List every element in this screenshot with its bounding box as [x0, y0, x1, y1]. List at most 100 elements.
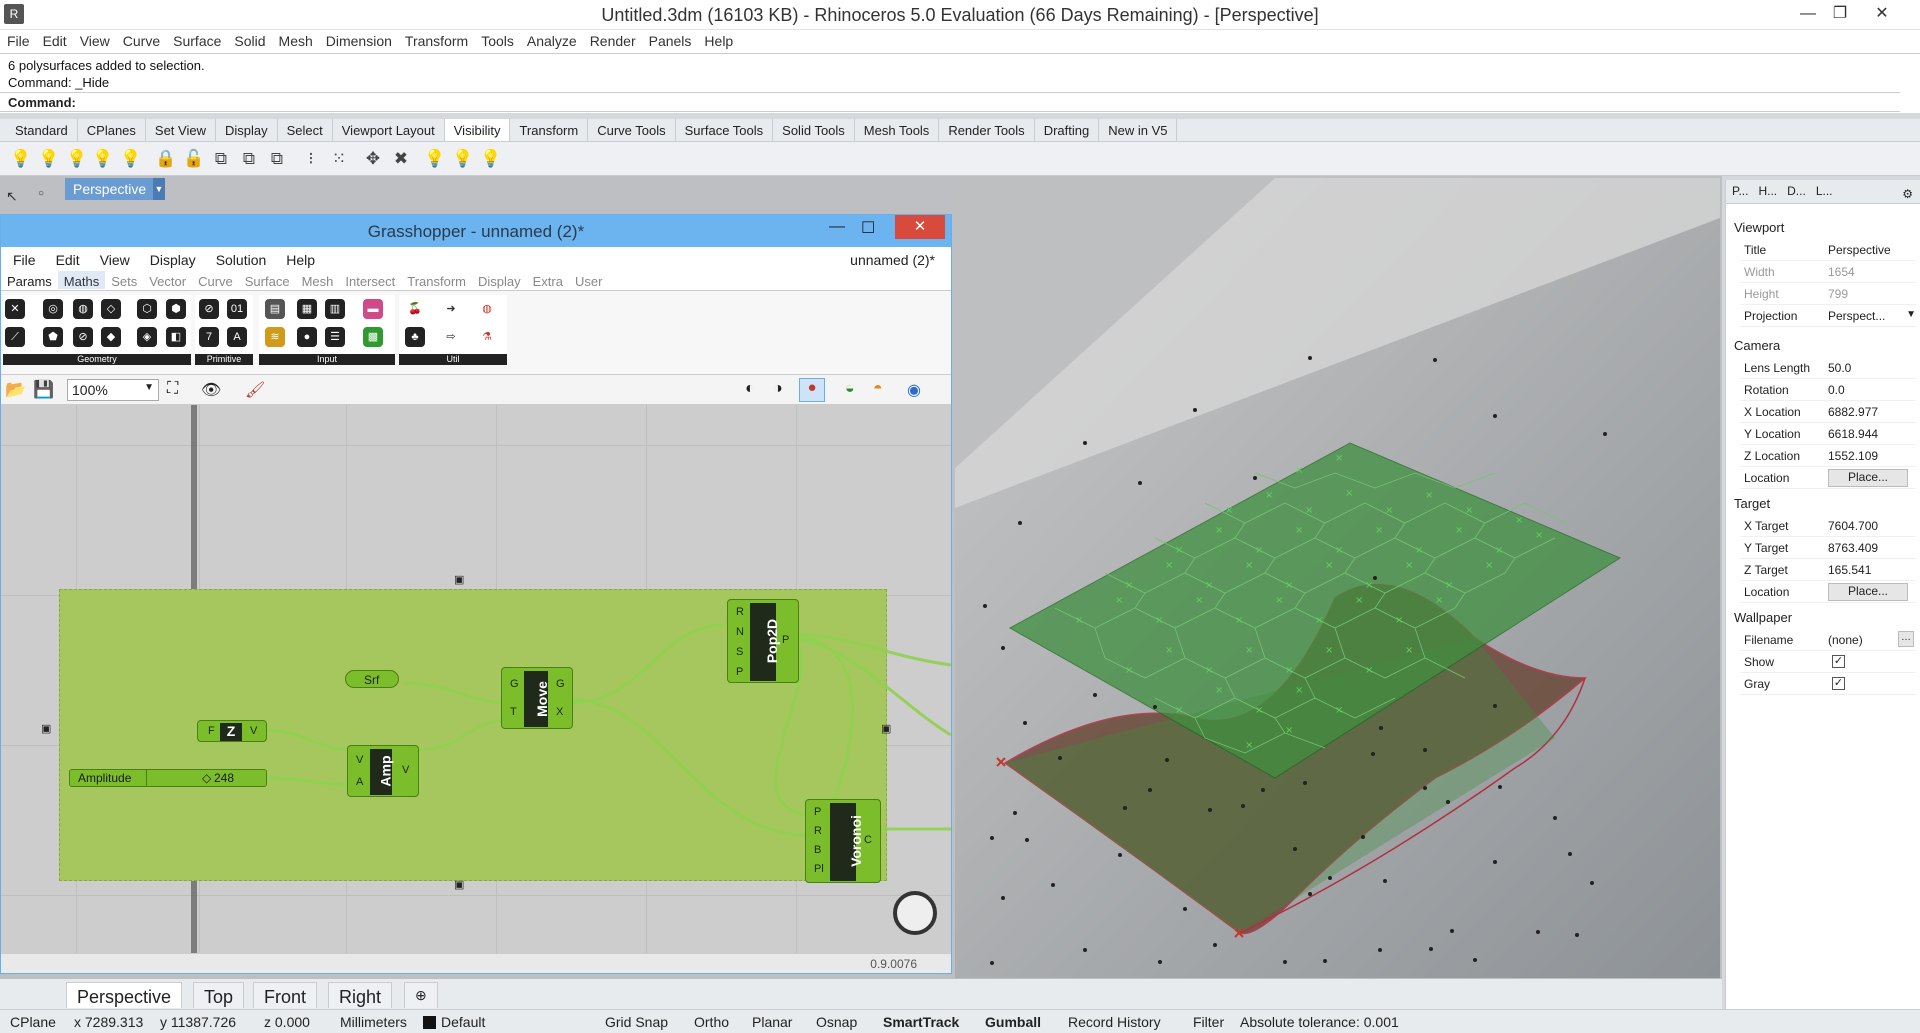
vtab-top[interactable]: Top — [193, 982, 245, 1008]
add-viewport-icon[interactable]: ⊕ — [404, 982, 438, 1008]
menu-help[interactable]: Help — [697, 30, 739, 49]
chevron-down-icon[interactable]: ▼ — [1906, 309, 1916, 320]
arrow-outline-icon[interactable]: ⇨ — [441, 327, 461, 347]
param-icon[interactable]: ◈ — [137, 327, 157, 347]
hide-swap-icon[interactable]: 💡 — [66, 148, 88, 170]
canvas-navigation-icon[interactable] — [893, 891, 937, 935]
gh-tab-mesh[interactable]: Mesh — [296, 271, 340, 289]
group-handle-icon[interactable]: ▣ — [454, 878, 464, 891]
param-icon[interactable]: ⊘ — [73, 327, 93, 347]
z-component[interactable]: F Z V — [197, 720, 267, 742]
menu-view[interactable]: View — [73, 30, 116, 49]
viewport-label[interactable]: Perspective ▼ — [65, 178, 165, 200]
menu-file[interactable]: File — [0, 30, 36, 49]
voronoi-component[interactable]: P R B Pl Voronoi C — [805, 799, 881, 883]
tab-solid-tools[interactable]: Solid Tools — [773, 119, 855, 141]
zloc-value[interactable]: 1552.109 — [1828, 449, 1878, 463]
gh-tab-vector[interactable]: Vector — [143, 271, 192, 289]
ztarget-value[interactable]: 165.541 — [1828, 563, 1871, 577]
place-target-button[interactable]: Place... — [1828, 583, 1908, 601]
param-icon[interactable]: ⟋ — [5, 327, 25, 347]
param-icon[interactable]: ✕ — [5, 299, 25, 319]
gh-menu-view[interactable]: View — [88, 247, 138, 268]
close-button[interactable]: ✕ — [1860, 0, 1904, 28]
vtab-right[interactable]: Right — [328, 982, 393, 1008]
panel-tab-layers[interactable]: L... — [1810, 180, 1837, 198]
preview-selected-icon[interactable]: ● — [799, 378, 825, 402]
status-record-history[interactable]: Record History — [1068, 1014, 1161, 1030]
grasshopper-title-bar[interactable]: Grasshopper - unnamed (2)* — ☐ ✕ — [1, 215, 951, 247]
status-ortho[interactable]: Ortho — [694, 1014, 729, 1030]
tab-mesh-tools[interactable]: Mesh Tools — [855, 119, 940, 141]
tab-set-view[interactable]: Set View — [146, 119, 216, 141]
gh-canvas[interactable]: ▣ ▣ ▣ ▣ Srf F Z V Amplitude ◇ 248 V A Am… — [1, 405, 951, 953]
gh-tab-transform[interactable]: Transform — [401, 271, 472, 289]
panel-tab-display[interactable]: D... — [1781, 180, 1810, 198]
ytarget-value[interactable]: 8763.409 — [1828, 541, 1878, 555]
hide-bulb-group-icon[interactable]: 💡 — [424, 148, 446, 170]
preview-shaded-icon[interactable]: ◑ — [773, 380, 783, 398]
status-planar[interactable]: Planar — [752, 1014, 792, 1030]
xloc-value[interactable]: 6882.977 — [1828, 405, 1878, 419]
hide-bulb-icon[interactable]: 💡 — [38, 148, 60, 170]
menu-render[interactable]: Render — [583, 30, 642, 49]
unlock-icon[interactable]: 🔓 — [183, 148, 205, 170]
gray-checkbox[interactable]: ✓ — [1832, 677, 1845, 690]
save-file-icon[interactable]: 💾 — [33, 380, 54, 400]
gh-tab-maths[interactable]: Maths — [57, 271, 106, 289]
status-gumball[interactable]: Gumball — [985, 1014, 1041, 1030]
param-icon[interactable]: ⬟ — [43, 327, 63, 347]
rotation-value[interactable]: 0.0 — [1828, 383, 1845, 397]
browse-button[interactable]: … — [1898, 631, 1914, 647]
command-line[interactable]: Command: — [0, 92, 1900, 112]
menu-panels[interactable]: Panels — [642, 30, 698, 49]
preview-eye-icon[interactable]: 👁 — [201, 380, 221, 400]
gh-menu-edit[interactable]: Edit — [44, 247, 88, 268]
status-filter[interactable]: Filter — [1193, 1014, 1224, 1030]
points-grid-icon[interactable]: ⁙ — [328, 148, 350, 170]
lens-value[interactable]: 50.0 — [1828, 361, 1851, 375]
tab-drafting[interactable]: Drafting — [1035, 119, 1100, 141]
gh-menu-file[interactable]: File — [1, 247, 44, 268]
pop2d-component[interactable]: R N S P Pop2D P — [727, 599, 799, 683]
param-icon[interactable]: ▥ — [325, 299, 345, 319]
slider-knob-icon[interactable]: ◇ — [202, 771, 211, 785]
status-osnap[interactable]: Osnap — [816, 1014, 857, 1030]
param-icon[interactable]: ◎ — [43, 299, 63, 319]
menu-tools[interactable]: Tools — [474, 30, 520, 49]
tab-cplanes[interactable]: CPlanes — [78, 119, 146, 141]
open-file-icon[interactable]: 📂 — [5, 380, 26, 400]
param-icon[interactable]: ◇ — [101, 299, 121, 319]
param-icon[interactable]: ▩ — [363, 327, 383, 347]
tab-curve-tools[interactable]: Curve Tools — [588, 119, 676, 141]
lock-swap-icon[interactable]: ⧉ — [210, 148, 232, 170]
tree-icon[interactable]: ♣ — [405, 327, 425, 347]
show-checkbox[interactable]: ✓ — [1832, 655, 1845, 668]
lock-icon[interactable]: 🔒 — [155, 148, 177, 170]
status-smarttrack[interactable]: SmartTrack — [883, 1014, 959, 1030]
param-icon[interactable]: ● — [297, 327, 317, 347]
maximize-button[interactable]: ❐ — [1818, 0, 1862, 28]
gh-tab-extra[interactable]: Extra — [527, 271, 569, 289]
point-icon[interactable]: ○ — [38, 188, 44, 199]
show-selected-icon[interactable]: 💡 — [92, 148, 114, 170]
menu-edit[interactable]: Edit — [36, 30, 73, 49]
tab-viewport-layout[interactable]: Viewport Layout — [333, 119, 445, 141]
param-icon[interactable]: ⬡ — [137, 299, 157, 319]
tab-new-in-v5[interactable]: New in V5 — [1099, 119, 1178, 141]
zoom-select[interactable]: 100% ▼ — [67, 379, 159, 401]
srf-component[interactable]: Srf — [345, 670, 399, 688]
menu-dimension[interactable]: Dimension — [319, 30, 398, 49]
perspective-viewport[interactable]: ×××××××××× ×××××××××× ×××××××××× ×××××××… — [955, 178, 1720, 978]
gh-tab-curve[interactable]: Curve — [192, 271, 239, 289]
param-icon[interactable]: A — [227, 327, 247, 347]
menu-solid[interactable]: Solid — [227, 30, 271, 49]
tab-visibility[interactable]: Visibility — [444, 119, 511, 141]
param-icon[interactable]: ◍ — [73, 299, 93, 319]
move-component[interactable]: G T Move G X — [501, 667, 573, 729]
group-handle-icon[interactable]: ▣ — [41, 722, 51, 735]
tab-standard[interactable]: Standard — [6, 119, 78, 141]
menu-curve[interactable]: Curve — [116, 30, 166, 49]
show-bulb-icon[interactable]: 💡 — [10, 148, 32, 170]
param-icon[interactable]: 7 — [199, 327, 219, 347]
